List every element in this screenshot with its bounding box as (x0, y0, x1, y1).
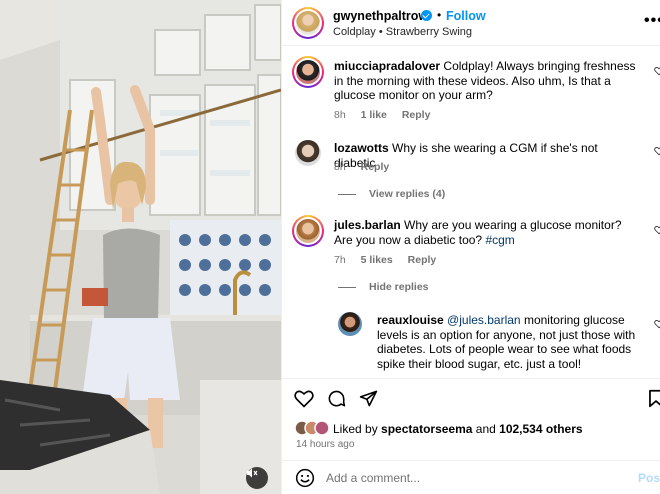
emoji-icon[interactable] (295, 468, 315, 488)
comment-age: 7h (334, 254, 346, 266)
post-video[interactable] (0, 0, 281, 494)
reply-username[interactable]: reauxlouise (377, 313, 444, 327)
liked-by-prefix: Liked by (333, 422, 378, 436)
post-timestamp[interactable]: 14 hours ago (296, 439, 354, 450)
replies-divider (338, 194, 356, 195)
author-username[interactable]: gwynethpaltrow (333, 9, 428, 23)
likes-summary: Liked by spectatorseema and 102,534 othe… (333, 422, 583, 436)
comment-likes-count[interactable]: 1 like (361, 109, 387, 121)
commenter-avatar[interactable] (295, 140, 321, 166)
commenter-avatar[interactable] (338, 312, 362, 336)
comment-username[interactable]: lozawotts (334, 141, 389, 155)
liked-by-middle: and (475, 422, 496, 436)
liked-by-avatars[interactable] (294, 420, 334, 436)
comment-hashtag[interactable]: #cgm (485, 233, 514, 247)
follow-button[interactable]: Follow (446, 9, 486, 23)
liked-by-user[interactable]: spectatorseema (381, 422, 472, 436)
reply-mention[interactable]: @jules.barlan (447, 313, 521, 327)
reply-body: reauxlouise @jules.barlan monitoring glu… (377, 313, 645, 371)
comment-body: jules.barlan Why are you wearing a gluco… (334, 218, 639, 247)
comment-likes-count[interactable]: 5 likes (361, 254, 393, 266)
commenter-avatar[interactable] (296, 219, 320, 243)
audio-separator: • (378, 26, 383, 38)
verified-badge-icon (421, 10, 432, 21)
comment-meta: 7h 5 likes Reply (334, 254, 448, 266)
bookmark-icon[interactable] (648, 389, 660, 408)
comment-meta: 8h Reply (334, 161, 401, 173)
more-options-icon[interactable]: ••• (644, 12, 660, 30)
comment-username[interactable]: miucciapradalover (334, 59, 440, 73)
comment-icon[interactable] (327, 389, 346, 408)
video-frame-illustration (0, 0, 281, 494)
like-comment-heart-icon[interactable] (654, 225, 660, 235)
likes-count[interactable]: 102,534 others (499, 422, 582, 436)
comment-age: 8h (334, 109, 346, 121)
replies-divider (338, 287, 356, 288)
comment-username[interactable]: jules.barlan (334, 218, 401, 232)
hide-replies-button[interactable]: Hide replies (369, 281, 429, 293)
share-icon[interactable] (359, 389, 378, 408)
commenter-avatar[interactable] (296, 60, 320, 84)
comment-meta: 8h 1 like Reply (334, 109, 442, 121)
comments-panel: gwynethpaltrow • Follow Coldplay • Straw… (281, 0, 660, 494)
post-actions-bar (282, 378, 660, 418)
comment-age: 8h (334, 161, 346, 173)
post-comment-button[interactable]: Post (638, 471, 660, 485)
reply-button[interactable]: Reply (408, 254, 437, 266)
audio-attribution[interactable]: Coldplay • Strawberry Swing (333, 26, 472, 38)
author-avatar (296, 11, 320, 35)
reply-button[interactable]: Reply (361, 161, 390, 173)
view-replies-button[interactable]: View replies (4) (369, 188, 445, 200)
header-separator: • (437, 8, 442, 22)
comment-body: miucciapradalover Coldplay! Always bring… (334, 59, 639, 103)
comment-input[interactable] (326, 469, 616, 487)
heart-icon[interactable] (294, 389, 314, 408)
like-comment-heart-icon[interactable] (654, 146, 660, 156)
speaker-muted-icon[interactable] (246, 467, 268, 489)
story-ring[interactable] (292, 7, 324, 39)
post-header: gwynethpaltrow • Follow Coldplay • Straw… (282, 0, 660, 46)
comment-composer: Post (282, 460, 660, 494)
audio-artist: Coldplay (333, 26, 376, 38)
audio-track: Strawberry Swing (385, 26, 472, 38)
like-comment-heart-icon[interactable] (654, 319, 660, 329)
reply-button[interactable]: Reply (402, 109, 431, 121)
like-comment-heart-icon[interactable] (654, 66, 660, 76)
